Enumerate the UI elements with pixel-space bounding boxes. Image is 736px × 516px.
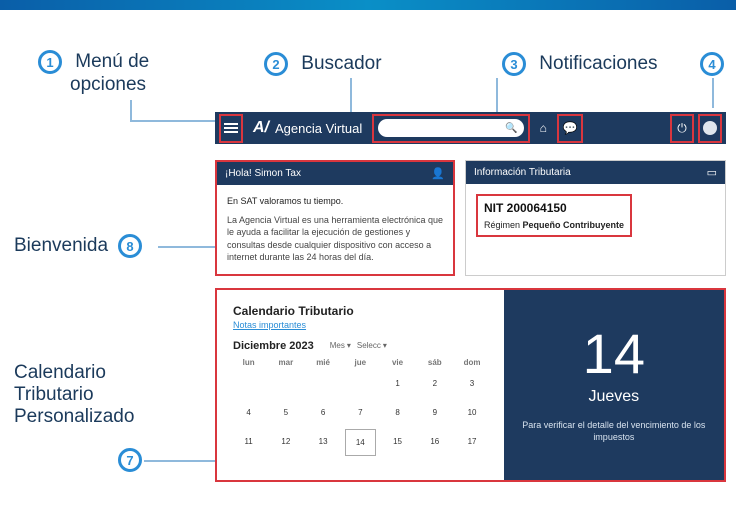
calendar-title: Calendario Tributario bbox=[233, 304, 488, 318]
callout-cal-line1: Calendario bbox=[14, 362, 106, 383]
calendar-day-cell[interactable]: 7 bbox=[345, 400, 376, 425]
callout-4: 4 bbox=[700, 52, 724, 76]
callout-8: Bienvenida 8 bbox=[14, 234, 142, 258]
calendar-big-day: 14 bbox=[583, 326, 645, 382]
tax-info-header-text: Información Tributaria bbox=[474, 167, 571, 178]
chevron-down-icon: ▾ bbox=[383, 341, 387, 350]
calendar-grid[interactable]: lunmarmiéjueviesábdom1234567891011121314… bbox=[233, 358, 488, 456]
nit-value: NIT 200064150 bbox=[484, 200, 624, 217]
search-input[interactable] bbox=[384, 123, 501, 133]
welcome-card: ¡Hola! Simon Tax 👤 En SAT valoramos tu t… bbox=[215, 160, 455, 276]
regimen-value: Pequeño Contribuyente bbox=[523, 220, 625, 230]
calendar-view-select-month[interactable]: Mes▾ bbox=[330, 341, 351, 350]
callout-1-number: 1 bbox=[38, 50, 62, 74]
callout-1-line2: opciones bbox=[70, 74, 149, 96]
calendar-weekday-header: vie bbox=[382, 358, 413, 367]
calendar-day-cell[interactable]: 11 bbox=[233, 429, 264, 456]
calendar-day-cell bbox=[270, 371, 301, 396]
callout-cal-line2: Tributario bbox=[14, 384, 94, 405]
calendar-footer-note: Para verificar el detalle del vencimient… bbox=[510, 420, 718, 443]
hamburger-icon bbox=[224, 123, 238, 133]
callout-3-label: Notificaciones bbox=[539, 53, 657, 74]
tax-info-card: Información Tributaria ▭ NIT 200064150 R… bbox=[465, 160, 726, 276]
calendar-card: Calendario Tributario Notas importantes … bbox=[215, 288, 726, 482]
menu-button[interactable] bbox=[219, 114, 243, 143]
calendar-day-cell[interactable]: 6 bbox=[307, 400, 338, 425]
callout-calendar: Calendario Tributario Personalizado bbox=[14, 362, 134, 428]
callout-3: 3 Notificaciones bbox=[502, 52, 658, 76]
user-icon: 👤 bbox=[431, 167, 445, 180]
tax-info-header: Información Tributaria ▭ bbox=[466, 161, 725, 184]
calendar-left-panel: Calendario Tributario Notas importantes … bbox=[217, 290, 504, 480]
power-icon[interactable]: ⏻ bbox=[673, 121, 691, 136]
top-navbar: A/ Agencia Virtual 🔍 ⌂ 💬 ⏻ bbox=[215, 112, 726, 144]
calendar-view-select-other[interactable]: Selecc▾ bbox=[357, 341, 387, 350]
calendar-day-cell[interactable]: 9 bbox=[419, 400, 450, 425]
calendar-weekday-header: mar bbox=[270, 358, 301, 367]
callout-1: 1 Menú de opciones bbox=[38, 50, 149, 96]
chevron-down-icon: ▾ bbox=[347, 341, 351, 350]
calendar-day-cell[interactable]: 14 bbox=[345, 429, 376, 456]
search-icon: 🔍 bbox=[505, 123, 517, 134]
home-icon[interactable]: ⌂ bbox=[536, 121, 551, 135]
calendar-weekday-header: lun bbox=[233, 358, 264, 367]
callout-1-line1: Menú de bbox=[75, 51, 149, 72]
calendar-day-cell[interactable]: 5 bbox=[270, 400, 301, 425]
calendar-day-cell bbox=[307, 371, 338, 396]
calendar-day-cell[interactable]: 3 bbox=[456, 371, 487, 396]
brand-logo: A/ Agencia Virtual bbox=[249, 119, 366, 137]
callout-3-number: 3 bbox=[502, 52, 526, 76]
calendar-day-cell bbox=[233, 371, 264, 396]
calendar-weekday-header: mié bbox=[307, 358, 338, 367]
regimen-line: Régimen Pequeño Contribuyente bbox=[484, 219, 624, 232]
search-box[interactable]: 🔍 bbox=[378, 119, 523, 137]
calendar-day-cell[interactable]: 1 bbox=[382, 371, 413, 396]
regimen-prefix: Régimen bbox=[484, 220, 523, 230]
calendar-right-panel: 14 Jueves Para verificar el detalle del … bbox=[504, 290, 724, 480]
calendar-day-name: Jueves bbox=[588, 388, 639, 406]
welcome-lead: En SAT valoramos tu tiempo. bbox=[227, 195, 443, 208]
callout-2-label: Buscador bbox=[301, 53, 381, 74]
calendar-weekday-header: dom bbox=[456, 358, 487, 367]
calendar-day-cell[interactable]: 17 bbox=[456, 429, 487, 456]
brand-mark: A/ bbox=[253, 119, 269, 137]
calendar-day-cell[interactable]: 13 bbox=[307, 429, 338, 456]
callout-2-number: 2 bbox=[264, 52, 288, 76]
calendar-day-cell[interactable]: 16 bbox=[419, 429, 450, 456]
welcome-header-text: ¡Hola! Simon Tax bbox=[225, 168, 301, 179]
callout-bienvenida-label: Bienvenida bbox=[14, 235, 108, 257]
callout-8-number: 8 bbox=[118, 234, 142, 258]
calendar-day-cell[interactable]: 12 bbox=[270, 429, 301, 456]
notifications-icon[interactable]: 💬 bbox=[558, 121, 581, 135]
callout-7-number: 7 bbox=[118, 448, 142, 472]
calendar-notes-link[interactable]: Notas importantes bbox=[233, 320, 488, 330]
calendar-weekday-header: sáb bbox=[419, 358, 450, 367]
welcome-card-body: En SAT valoramos tu tiempo. La Agencia V… bbox=[217, 185, 453, 274]
callout-7: 7 bbox=[118, 448, 142, 472]
calendar-day-cell[interactable]: 8 bbox=[382, 400, 413, 425]
welcome-body-text: La Agencia Virtual es una herramienta el… bbox=[227, 214, 443, 264]
callout-cal-line3: Personalizado bbox=[14, 406, 134, 427]
calendar-day-cell[interactable]: 2 bbox=[419, 371, 450, 396]
calendar-weekday-header: jue bbox=[345, 358, 376, 367]
callout-2: 2 Buscador bbox=[264, 52, 382, 76]
brand-text: Agencia Virtual bbox=[275, 121, 362, 136]
calendar-day-cell[interactable]: 4 bbox=[233, 400, 264, 425]
nit-box: NIT 200064150 Régimen Pequeño Contribuye… bbox=[476, 194, 632, 237]
calendar-day-cell bbox=[345, 371, 376, 396]
card-id-icon: ▭ bbox=[707, 166, 717, 179]
calendar-day-cell[interactable]: 15 bbox=[382, 429, 413, 456]
welcome-card-header: ¡Hola! Simon Tax 👤 bbox=[217, 162, 453, 185]
user-avatar-icon[interactable] bbox=[703, 121, 717, 135]
callout-4-number: 4 bbox=[700, 52, 724, 76]
calendar-day-cell[interactable]: 10 bbox=[456, 400, 487, 425]
calendar-month-label: Diciembre 2023 bbox=[233, 340, 314, 352]
